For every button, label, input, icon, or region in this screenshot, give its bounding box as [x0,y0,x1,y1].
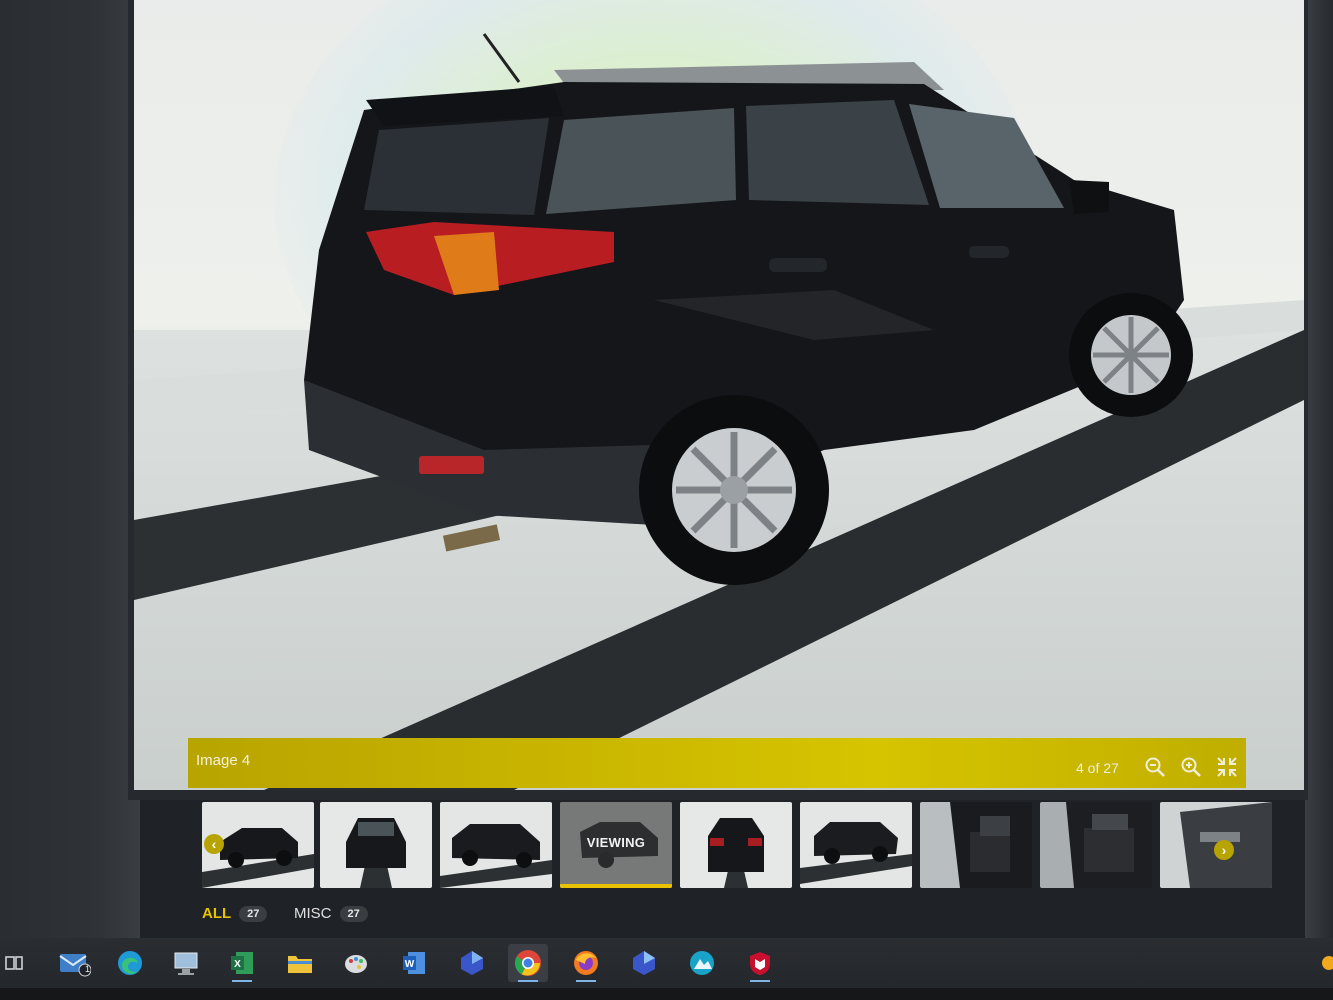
filter-all-label: ALL [202,905,232,922]
main-vehicle-image[interactable] [134,0,1304,790]
file-explorer-icon[interactable] [280,944,320,982]
mcafee-icon[interactable] [740,944,780,982]
chrome-running-indicator [518,980,538,982]
svg-text:W: W [405,959,415,970]
thumbnail-1[interactable]: ‹ [202,802,314,888]
next-thumbnails-arrow[interactable]: › [1214,840,1234,860]
zoom-in-icon[interactable] [1180,756,1204,780]
mail-badge: 1 [85,964,91,974]
word-icon[interactable]: W [394,944,434,982]
firefox-running-indicator [576,980,596,982]
thumbnail-6[interactable] [800,802,912,888]
firefox-icon[interactable] [566,944,606,982]
monitor-bezel-left [0,0,140,940]
blue-app-icon[interactable] [452,944,492,982]
task-view-icon[interactable] [0,944,34,982]
filter-all[interactable]: ALL 27 [202,905,268,922]
monitor-bezel-right [1305,0,1333,940]
excel-icon[interactable]: X [222,944,262,982]
filter-misc-count: 27 [339,905,368,922]
mcafee-running-indicator [750,980,770,982]
image-caption: Image 4 [196,752,251,769]
chrome-icon[interactable] [508,944,548,982]
notification-icon[interactable] [1316,944,1333,982]
excel-running-indicator [232,980,252,982]
previous-thumbnails-arrow[interactable]: ‹ [204,834,224,854]
svg-text:X: X [234,959,241,970]
viewing-indicator [560,884,672,888]
network-computer-icon[interactable] [166,944,206,982]
thumbnail-9[interactable]: › [1160,802,1272,888]
thumbnail-4-current[interactable]: VIEWING [560,802,672,888]
monitor-bottom-bezel [0,988,1333,1000]
suv-rear-three-quarter-photo [134,33,1304,790]
thumbnail-8[interactable] [1040,802,1152,888]
edge-browser-icon[interactable] [110,944,150,982]
teal-app-icon[interactable] [682,944,722,982]
thumbnail-3[interactable] [440,802,552,888]
viewing-label: VIEWING [586,835,646,850]
zoom-out-icon[interactable] [1144,756,1168,780]
image-counter: 4 of 27 [1076,760,1119,776]
windows-taskbar: 1 X W [0,938,1333,988]
image-caption-bar: Image 4 4 of 27 [188,738,1246,788]
thumbnail-5[interactable] [680,802,792,888]
paint-icon[interactable] [336,944,376,982]
filter-misc-label: MISC [294,905,332,922]
thumbnail-2[interactable] [320,802,432,888]
blue-app-2-icon[interactable] [624,944,664,982]
thumbnail-strip: ‹ VIEWING › [198,802,1272,896]
exit-fullscreen-icon[interactable] [1216,756,1240,780]
filter-all-count: 27 [239,905,268,922]
filter-misc[interactable]: MISC 27 [294,905,368,922]
thumbnail-7[interactable] [920,802,1032,888]
mail-icon[interactable]: 1 [54,944,94,982]
